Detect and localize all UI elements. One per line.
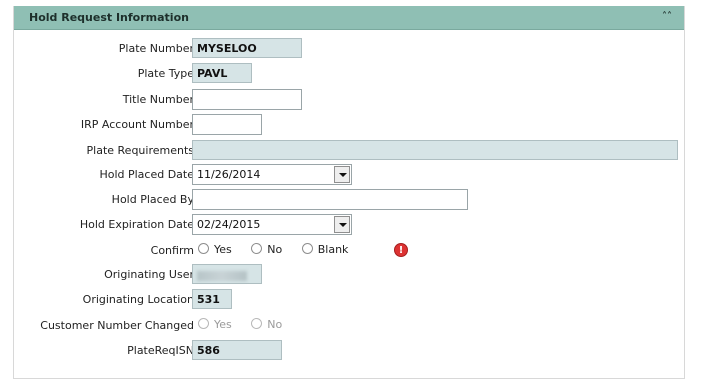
originating-location-value: 531 — [192, 289, 232, 309]
row-hold-placed-by: Hold Placed By — [14, 189, 684, 211]
plate-number-value: MYSELOO — [192, 38, 302, 58]
hold-expiration-date-value: 02/24/2015 — [197, 218, 261, 231]
title-number-input[interactable] — [192, 89, 302, 110]
irp-account-number-label: IRP Account Number — [80, 118, 194, 131]
originating-user-label: Originating User — [104, 268, 194, 281]
hold-request-panel: Hold Request Information ˄˄ Plate Number… — [13, 6, 685, 379]
customer-number-changed-yes-label: Yes — [214, 318, 232, 331]
plate-req-isn-label: PlateReqISN — [127, 344, 194, 357]
customer-number-changed-no-radio: No — [251, 318, 282, 331]
panel-header[interactable]: Hold Request Information ˄˄ — [14, 6, 684, 30]
plate-requirements-value — [192, 140, 678, 160]
panel-title: Hold Request Information — [29, 11, 189, 24]
hold-placed-date-value: 11/26/2014 — [197, 168, 261, 181]
customer-number-changed-yes-radio: Yes — [198, 318, 232, 331]
redacted-text — [197, 271, 247, 281]
hold-expiration-date-label: Hold Expiration Date — [79, 218, 194, 231]
row-plate-requirements: Plate Requirements — [14, 140, 684, 162]
row-irp-account: IRP Account Number — [14, 114, 684, 136]
confirm-yes-radio[interactable]: Yes — [198, 243, 232, 256]
confirm-label: Confirm — [150, 244, 194, 257]
hold-placed-by-label: Hold Placed By — [111, 193, 194, 206]
double-chevron-up-icon[interactable]: ˄˄ — [660, 10, 674, 24]
radio-circle-icon[interactable] — [301, 243, 313, 254]
confirm-no-radio[interactable]: No — [251, 243, 282, 256]
row-confirm: Confirm Yes No Blank ! — [14, 240, 684, 262]
confirm-blank-label: Blank — [317, 243, 349, 256]
confirm-radio-group: Yes No Blank — [198, 243, 364, 256]
customer-number-changed-no-label: No — [267, 318, 283, 331]
plate-requirements-label: Plate Requirements — [86, 144, 194, 157]
plate-req-isn-value: 586 — [192, 340, 282, 360]
confirm-no-label: No — [267, 243, 283, 256]
plate-type-label: Plate Type — [137, 67, 194, 80]
confirm-blank-radio[interactable]: Blank — [301, 243, 349, 256]
warning-icon: ! — [394, 243, 408, 257]
row-originating-user: Originating User — [14, 264, 684, 286]
chevron-down-icon[interactable] — [334, 216, 350, 233]
row-plate-number: Plate Number MYSELOO — [14, 38, 684, 60]
irp-account-number-input[interactable] — [192, 114, 262, 135]
radio-circle-icon[interactable] — [251, 243, 263, 254]
row-plate-type: Plate Type PAVL — [14, 63, 684, 85]
row-hold-placed-date: Hold Placed Date 11/26/2014 — [14, 164, 684, 186]
row-title-number: Title Number — [14, 89, 684, 111]
customer-number-changed-radio-group: Yes No — [198, 318, 298, 331]
chevron-down-icon[interactable] — [334, 166, 350, 183]
originating-user-value — [192, 264, 262, 284]
radio-circle-icon — [251, 318, 263, 329]
hold-placed-date-select[interactable]: 11/26/2014 — [192, 164, 352, 185]
radio-circle-icon — [198, 318, 209, 329]
hold-placed-by-input[interactable] — [192, 189, 468, 210]
row-customer-number-changed: Customer Number Changed Yes No — [14, 315, 684, 337]
radio-circle-icon[interactable] — [198, 243, 209, 254]
plate-number-label: Plate Number — [118, 42, 194, 55]
confirm-yes-label: Yes — [214, 243, 232, 256]
originating-location-label: Originating Location — [82, 293, 194, 306]
row-hold-expiration-date: Hold Expiration Date 02/24/2015 — [14, 214, 684, 236]
customer-number-changed-label: Customer Number Changed — [40, 319, 194, 332]
hold-expiration-date-select[interactable]: 02/24/2015 — [192, 214, 352, 235]
row-plate-req-isn: PlateReqISN 586 — [14, 340, 684, 362]
hold-placed-date-label: Hold Placed Date — [99, 168, 194, 181]
plate-type-value: PAVL — [192, 63, 252, 83]
row-originating-location: Originating Location 531 — [14, 289, 684, 311]
title-number-label: Title Number — [122, 93, 194, 106]
